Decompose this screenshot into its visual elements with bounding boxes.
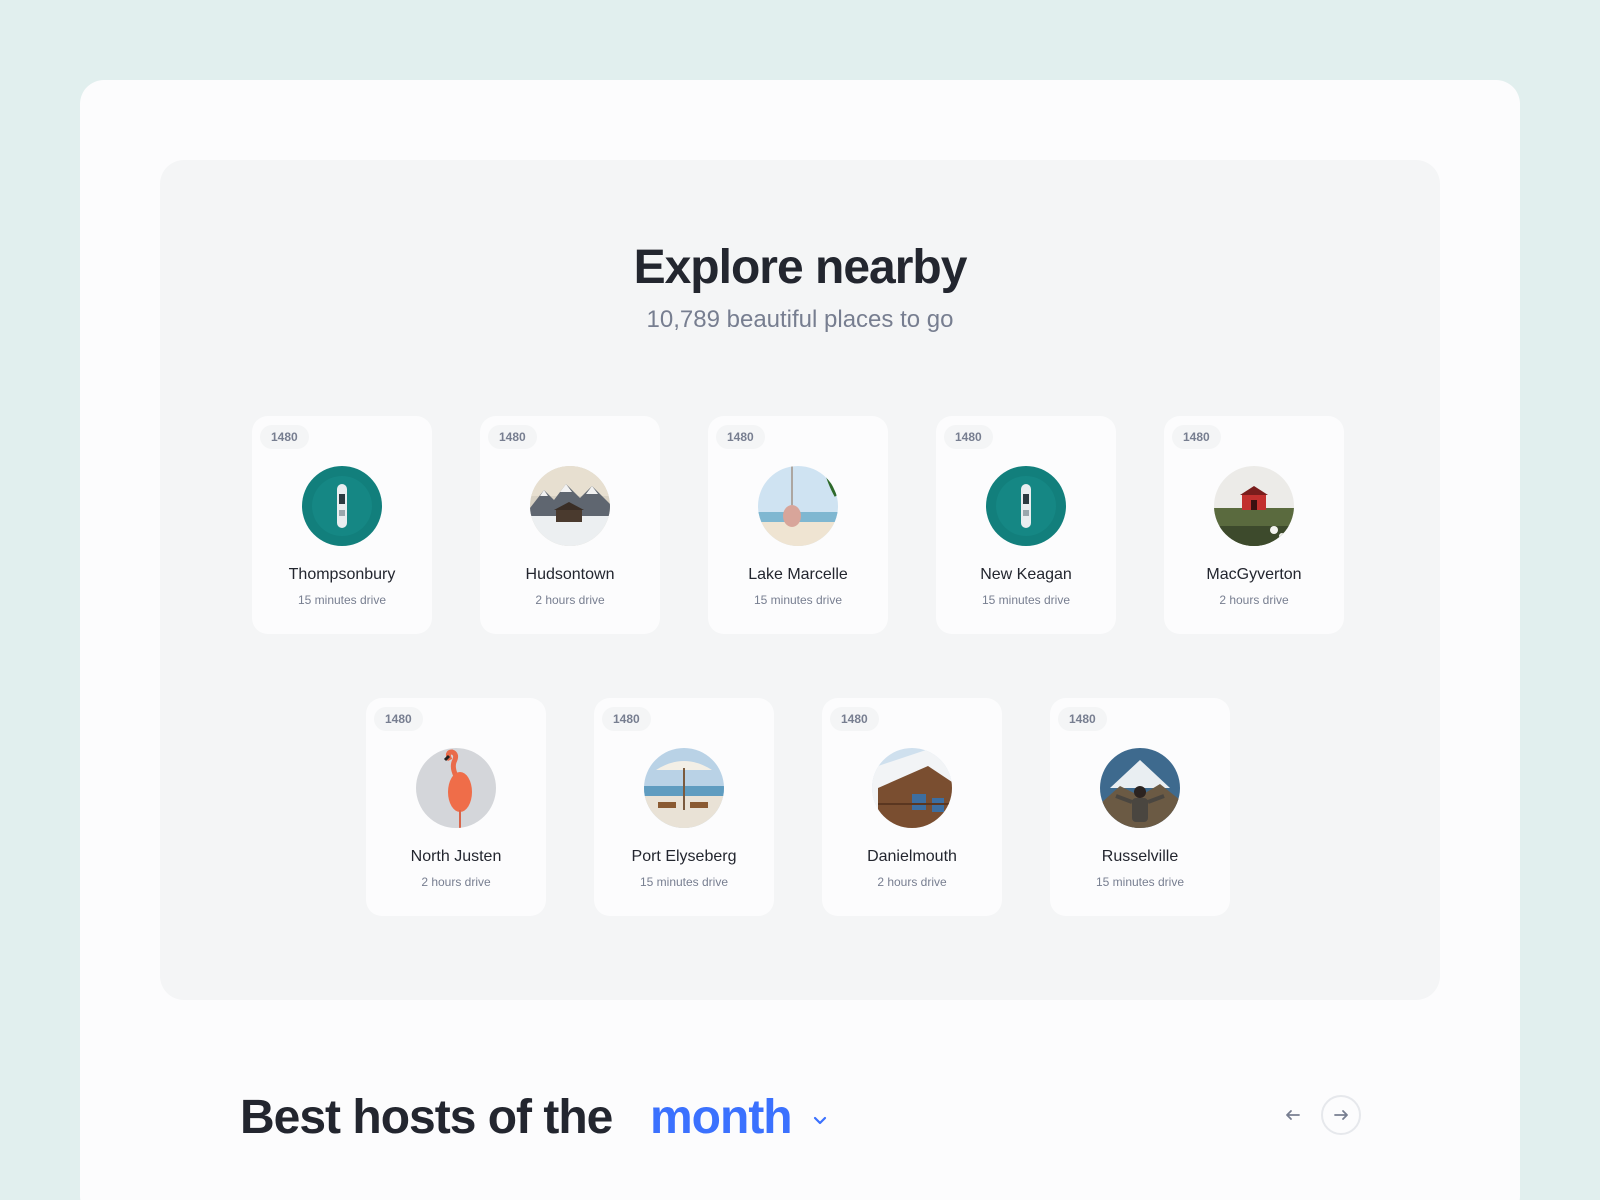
arrow-right-icon (1334, 1110, 1348, 1120)
place-name: North Justen (410, 848, 502, 865)
beach-umbrella-image (644, 748, 724, 828)
boat-aerial-image (302, 466, 382, 546)
count-badge: 1480 (716, 425, 765, 449)
boat-aerial-image (986, 466, 1066, 546)
place-name: Thompsonbury (288, 566, 396, 583)
hiker-mountain-image (1100, 748, 1180, 828)
count-badge: 1480 (944, 425, 993, 449)
count-badge: 1480 (830, 707, 879, 731)
place-card-russelville[interactable]: 1480 Russelville 15 minutes drive (1050, 698, 1230, 916)
place-distance: 15 minutes drive (1095, 875, 1185, 889)
flamingo-image (416, 748, 496, 828)
place-card-new-keagan[interactable]: 1480 New Keagan 15 minutes drive (936, 416, 1116, 634)
next-button[interactable] (1321, 1095, 1361, 1135)
place-distance: 15 minutes drive (981, 593, 1071, 607)
explore-title: Explore nearby (633, 241, 968, 294)
chevron-down-icon (813, 1116, 826, 1124)
place-distance: 15 minutes drive (753, 593, 843, 607)
arrow-left-icon (1286, 1110, 1300, 1120)
place-card-danielmouth[interactable]: 1480 Danielmouth 2 hours drive (822, 698, 1002, 916)
count-badge: 1480 (1172, 425, 1221, 449)
place-name: Lake Marcelle (748, 566, 848, 583)
count-badge: 1480 (260, 425, 309, 449)
period-dropdown[interactable]: month (650, 1090, 830, 1145)
place-card-lake-marcelle[interactable]: 1480 Lake Marcelle 15 minutes drive (708, 416, 888, 634)
count-badge: 1480 (374, 707, 423, 731)
place-distance: 2 hours drive (421, 875, 491, 889)
place-name: New Keagan (980, 566, 1072, 583)
place-distance: 15 minutes drive (639, 875, 729, 889)
place-card-thompsonbury[interactable]: 1480 Thompsonbury 15 minutes drive (252, 416, 432, 634)
beach-swing-image (758, 466, 838, 546)
place-distance: 2 hours drive (1219, 593, 1289, 607)
period-dropdown-label: month (650, 1091, 793, 1144)
place-distance: 15 minutes drive (297, 593, 387, 607)
place-card-hudsontown[interactable]: 1480 Hudsontown 2 hours drive (480, 416, 660, 634)
prev-button[interactable] (1273, 1095, 1313, 1135)
place-name: Port Elyseberg (631, 848, 737, 865)
explore-subtitle: 10,789 beautiful places to go (646, 306, 954, 333)
count-badge: 1480 (488, 425, 537, 449)
place-card-north-justen[interactable]: 1480 North Justen 2 hours drive (366, 698, 546, 916)
red-house-image (1214, 466, 1294, 546)
place-name: Hudsontown (525, 566, 615, 583)
count-badge: 1480 (602, 707, 651, 731)
snowy-mountain-image (530, 466, 610, 546)
place-distance: 2 hours drive (535, 593, 605, 607)
place-name: Danielmouth (867, 848, 957, 865)
place-name: Russelville (1101, 848, 1179, 865)
place-card-port-elyseberg[interactable]: 1480 Port Elyseberg 15 minutes drive (594, 698, 774, 916)
place-distance: 2 hours drive (877, 875, 947, 889)
place-card-macgyverton[interactable]: 1480 MacGyverton 2 hours drive (1164, 416, 1344, 634)
explore-nearby-section: Explore nearby 10,789 beautiful places t… (160, 160, 1440, 1000)
wooden-cabin-image (872, 748, 952, 828)
page-container: Explore nearby 10,789 beautiful places t… (80, 80, 1520, 1200)
place-name: MacGyverton (1206, 566, 1302, 583)
best-hosts-title: Best hosts of the (240, 1091, 613, 1144)
count-badge: 1480 (1058, 707, 1107, 731)
